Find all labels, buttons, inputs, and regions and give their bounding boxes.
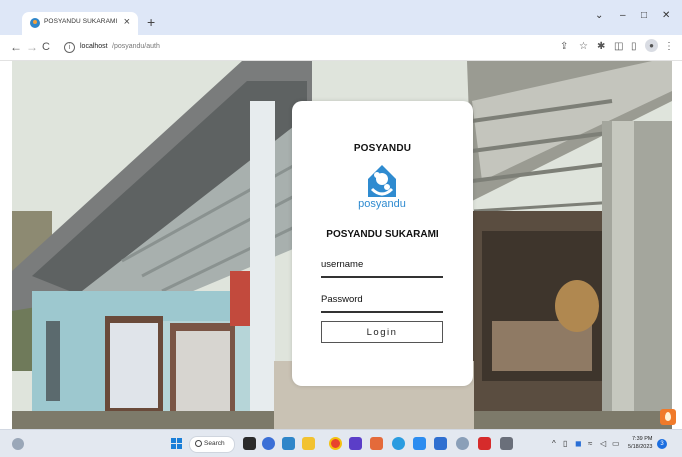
file-explorer-icon[interactable] xyxy=(302,437,315,450)
posyandu-logo: posyandu xyxy=(354,163,410,215)
posyandu-logo-icon xyxy=(368,165,396,197)
back-button[interactable]: ← xyxy=(10,40,22,54)
clock-time: 7:39 PM xyxy=(631,436,653,442)
password-underline xyxy=(321,311,443,313)
username-underline xyxy=(321,276,443,278)
extensions-icon[interactable]: ✱ xyxy=(597,40,605,54)
close-window-button[interactable]: ✕ xyxy=(662,10,670,22)
xampp-icon[interactable] xyxy=(370,437,383,450)
url-path: /posyandu/auth xyxy=(112,43,160,50)
login-card: POSYANDU posyandu POSYANDU SUKARAMI user… xyxy=(292,101,473,386)
app-purple-icon[interactable] xyxy=(349,437,362,450)
clock-date: 5/18/2023 xyxy=(628,444,653,450)
windows-taskbar: Search ^ ▯ ◼ ≈ ◁ ▭ 7:39 PM 5/18/2023 3 xyxy=(0,429,682,457)
tray-app-icon[interactable]: ◼ xyxy=(575,439,582,449)
edge-browser-icon[interactable] xyxy=(282,437,295,450)
address-bar[interactable]: i localhost /posyandu/auth xyxy=(60,39,570,56)
new-tab-button[interactable]: + xyxy=(147,15,155,29)
maximize-button[interactable]: □ xyxy=(641,10,647,22)
login-heading: POSYANDU xyxy=(353,143,412,154)
battery-icon: ▯ xyxy=(563,439,568,448)
org-name: POSYANDU SUKARAMI xyxy=(326,229,439,240)
notification-badge[interactable]: 3 xyxy=(657,439,667,449)
browser-tab[interactable]: POSYANDU SUKARAMI × xyxy=(22,12,138,35)
share-icon[interactable]: ⇪ xyxy=(560,40,568,54)
bookmark-star-icon[interactable]: ☆ xyxy=(579,40,588,54)
tab-search-icon[interactable]: ⌄ xyxy=(595,10,603,22)
start-button[interactable] xyxy=(171,438,183,450)
window-right-edge xyxy=(672,61,682,429)
posyandu-favicon-icon xyxy=(30,18,40,28)
tab-title: POSYANDU SUKARAMI xyxy=(44,18,118,25)
screen: POSYANDU SUKARAMI × + ⌄ – □ ✕ ← → C i lo… xyxy=(0,0,682,457)
minimize-button[interactable]: – xyxy=(620,10,626,22)
chat-icon[interactable] xyxy=(262,437,275,450)
search-icon xyxy=(195,440,202,447)
flame-icon[interactable] xyxy=(660,409,676,425)
forward-button[interactable]: → xyxy=(26,40,38,54)
window-left-edge xyxy=(0,61,12,429)
password-input[interactable] xyxy=(321,293,447,311)
chrome-icon[interactable] xyxy=(329,437,342,450)
profile-avatar-icon[interactable]: ● xyxy=(645,39,658,52)
side-panel-icon[interactable]: ▯ xyxy=(631,40,637,54)
login-button[interactable]: Login xyxy=(321,321,443,343)
browser-tabstrip: POSYANDU SUKARAMI × + ⌄ – □ ✕ xyxy=(0,0,682,35)
tab-close-icon[interactable]: × xyxy=(124,15,130,29)
widgets-icon[interactable] xyxy=(12,438,24,450)
browser-menu-icon[interactable]: ⋮ xyxy=(664,40,674,54)
pdf-reader-icon[interactable] xyxy=(478,437,491,450)
browser-toolbar: ← → C i localhost /posyandu/auth ⇪ ☆ ✱ ◫… xyxy=(0,35,682,61)
speaker-icon[interactable]: ◁ xyxy=(600,439,606,449)
taskbar-search[interactable]: Search xyxy=(189,436,235,453)
url-host: localhost xyxy=(80,43,108,50)
app-gray-icon[interactable] xyxy=(500,437,513,450)
logo-wordmark: posyandu xyxy=(358,198,406,210)
wifi-icon[interactable]: ≈ xyxy=(588,439,592,449)
app-blue-icon[interactable] xyxy=(392,437,405,450)
settings-gear-icon[interactable] xyxy=(456,437,469,450)
app-dark-blue-icon[interactable] xyxy=(434,437,447,450)
power-icon: ▭ xyxy=(612,439,620,448)
username-input[interactable] xyxy=(321,258,447,276)
vscode-icon[interactable] xyxy=(413,437,426,450)
clock[interactable]: 7:39 PM 5/18/2023 xyxy=(628,435,652,451)
taskbar-search-label: Search xyxy=(204,440,225,447)
site-info-icon[interactable]: i xyxy=(64,42,75,53)
tray-chevron-icon[interactable]: ^ xyxy=(552,439,556,449)
reload-button[interactable]: C xyxy=(42,40,50,54)
reading-list-icon[interactable]: ◫ xyxy=(614,40,623,54)
task-view-icon[interactable] xyxy=(243,437,256,450)
